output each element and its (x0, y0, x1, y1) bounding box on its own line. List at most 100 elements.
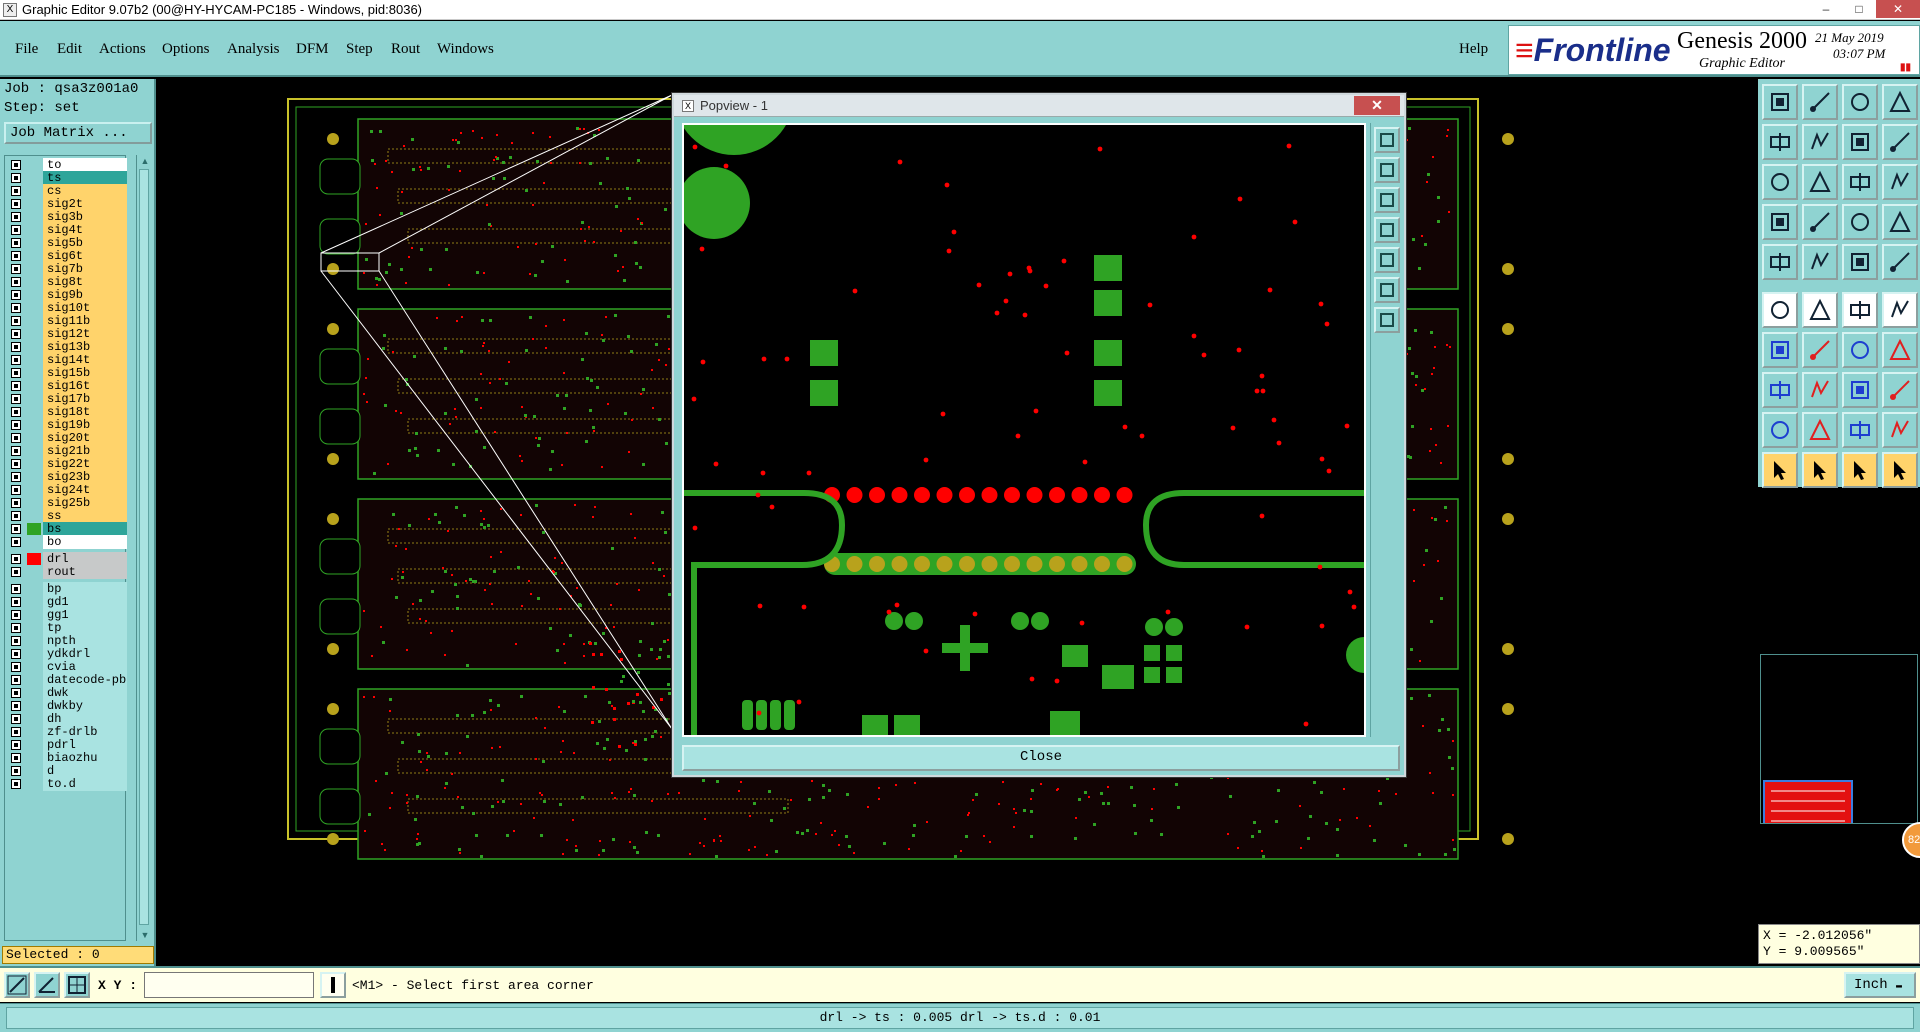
layer-name[interactable]: sig20t (43, 431, 127, 445)
net-select-icon[interactable] (1802, 244, 1838, 280)
layer-list-scrollbar[interactable]: ▲ ▼ (136, 155, 152, 941)
layer-row-cvia[interactable]: cvia (5, 660, 127, 674)
layer-checkbox[interactable] (11, 186, 21, 196)
pad-icon[interactable] (1882, 244, 1918, 280)
layer-checkbox[interactable] (11, 225, 21, 235)
line-mode-icon[interactable] (4, 972, 30, 998)
popview-close-icon[interactable]: ✕ (1354, 96, 1400, 115)
layer-name[interactable]: sig23b (43, 470, 127, 484)
layer-row-sig20t[interactable]: sig20t (5, 431, 127, 445)
layer-checkbox[interactable] (11, 766, 21, 776)
layer-checkbox[interactable] (11, 537, 21, 547)
diagonal-icon[interactable] (1882, 292, 1918, 328)
menu-rout[interactable]: Rout (391, 41, 420, 58)
layer-checkbox[interactable] (11, 160, 21, 170)
layer-checkbox[interactable] (11, 714, 21, 724)
layer-row-sig22t[interactable]: sig22t (5, 457, 127, 471)
connect-icon[interactable] (1762, 292, 1798, 328)
info-icon[interactable] (320, 972, 346, 998)
layer-checkbox[interactable] (11, 727, 21, 737)
layer-row-sig8t[interactable]: sig8t (5, 275, 127, 289)
layer-checkbox[interactable] (11, 212, 21, 222)
scroll-thumb[interactable] (139, 169, 149, 925)
layer-name[interactable]: biaozhu (43, 751, 127, 765)
layer-name[interactable]: datecode-pb (43, 673, 127, 687)
layer-checkbox[interactable] (11, 277, 21, 287)
layer-checkbox[interactable] (11, 554, 21, 564)
layer-name[interactable]: tp (43, 621, 127, 635)
layer-row-ts[interactable]: ts (5, 171, 127, 185)
layer-checkbox[interactable] (11, 740, 21, 750)
popview-center-icon[interactable] (1374, 307, 1400, 333)
layer-checkbox[interactable] (11, 701, 21, 711)
arc-icon[interactable] (1842, 332, 1878, 368)
layer-name[interactable]: sig7b (43, 262, 127, 276)
layer-row-sig15b[interactable]: sig15b (5, 366, 127, 380)
layer-checkbox[interactable] (11, 420, 21, 430)
line-blue-icon[interactable] (1802, 332, 1838, 368)
layer-checkbox[interactable] (11, 584, 21, 594)
layer-row-bs[interactable]: bs (5, 522, 127, 536)
job-matrix-button[interactable]: Job Matrix ... (4, 122, 152, 144)
minimize-button[interactable]: – (1810, 0, 1842, 18)
layer-name[interactable]: sig21b (43, 444, 127, 458)
ratio-icon[interactable] (1842, 164, 1878, 200)
surface-icon[interactable] (1882, 412, 1918, 448)
layer-row-gg1[interactable]: gg1 (5, 608, 127, 622)
layer-row-pdrl[interactable]: pdrl (5, 738, 127, 752)
layer-name[interactable]: dwkby (43, 699, 127, 713)
layer-name[interactable]: sig2t (43, 197, 127, 211)
pointer-multi-icon[interactable] (1882, 452, 1918, 488)
layer-row-zf-drlb[interactable]: zf-drlb (5, 725, 127, 739)
layer-name[interactable]: sig18t (43, 405, 127, 419)
layer-name[interactable]: sig9b (43, 288, 127, 302)
layer-checkbox[interactable] (11, 316, 21, 326)
layer-checkbox[interactable] (11, 303, 21, 313)
route-icon[interactable] (1842, 292, 1878, 328)
layer-row-sig13b[interactable]: sig13b (5, 340, 127, 354)
layer-checkbox[interactable] (11, 433, 21, 443)
layer-row-dh[interactable]: dh (5, 712, 127, 726)
layer-name[interactable]: sig14t (43, 353, 127, 367)
layer-name[interactable]: sig8t (43, 275, 127, 289)
layer-name[interactable]: sig19b (43, 418, 127, 432)
layer-row-sig24t[interactable]: sig24t (5, 483, 127, 497)
xy-input[interactable] (144, 972, 314, 998)
pan-left-icon[interactable] (1762, 124, 1798, 160)
close-window-button[interactable]: ✕ (1876, 0, 1920, 18)
layer-checkbox[interactable] (11, 264, 21, 274)
layer-name[interactable]: sig24t (43, 483, 127, 497)
layer-row-sig9b[interactable]: sig9b (5, 288, 127, 302)
layer-checkbox[interactable] (11, 407, 21, 417)
layer-row-npth[interactable]: npth (5, 634, 127, 648)
layer-checkbox[interactable] (11, 342, 21, 352)
layer-checkbox[interactable] (11, 251, 21, 261)
grid-snap-icon[interactable] (64, 972, 90, 998)
layer-checkbox[interactable] (11, 511, 21, 521)
layer-name[interactable]: gd1 (43, 595, 127, 609)
layer-color-swatch[interactable] (27, 553, 41, 565)
layer-row-to[interactable]: to (5, 158, 127, 172)
layer-name[interactable]: sig4t (43, 223, 127, 237)
popview-zoom-out-icon[interactable] (1374, 187, 1400, 213)
layer-checkbox[interactable] (11, 524, 21, 534)
a-letter-icon[interactable] (1802, 412, 1838, 448)
layer-name[interactable]: sig13b (43, 340, 127, 354)
layer-row-sig2t[interactable]: sig2t (5, 197, 127, 211)
zoom-home-icon[interactable] (1762, 84, 1798, 120)
layer-compare-icon[interactable] (1842, 204, 1878, 240)
layer-name[interactable]: sig5b (43, 236, 127, 250)
layer-row-sig4t[interactable]: sig4t (5, 223, 127, 237)
feature-select-icon[interactable] (1762, 244, 1798, 280)
layer-row-bo[interactable]: bo (5, 535, 127, 549)
layer-checkbox[interactable] (11, 199, 21, 209)
angle-mode-icon[interactable] (34, 972, 60, 998)
popview-zoom-in-icon[interactable] (1374, 157, 1400, 183)
line-red-icon[interactable] (1762, 332, 1798, 368)
menu-step[interactable]: Step (346, 41, 373, 58)
layer-row-sig10t[interactable]: sig10t (5, 301, 127, 315)
layer-name[interactable]: drl (43, 552, 127, 566)
layer-checkbox[interactable] (11, 623, 21, 633)
layer-row-drl[interactable]: drl (5, 552, 127, 566)
layer-name[interactable]: dh (43, 712, 127, 726)
